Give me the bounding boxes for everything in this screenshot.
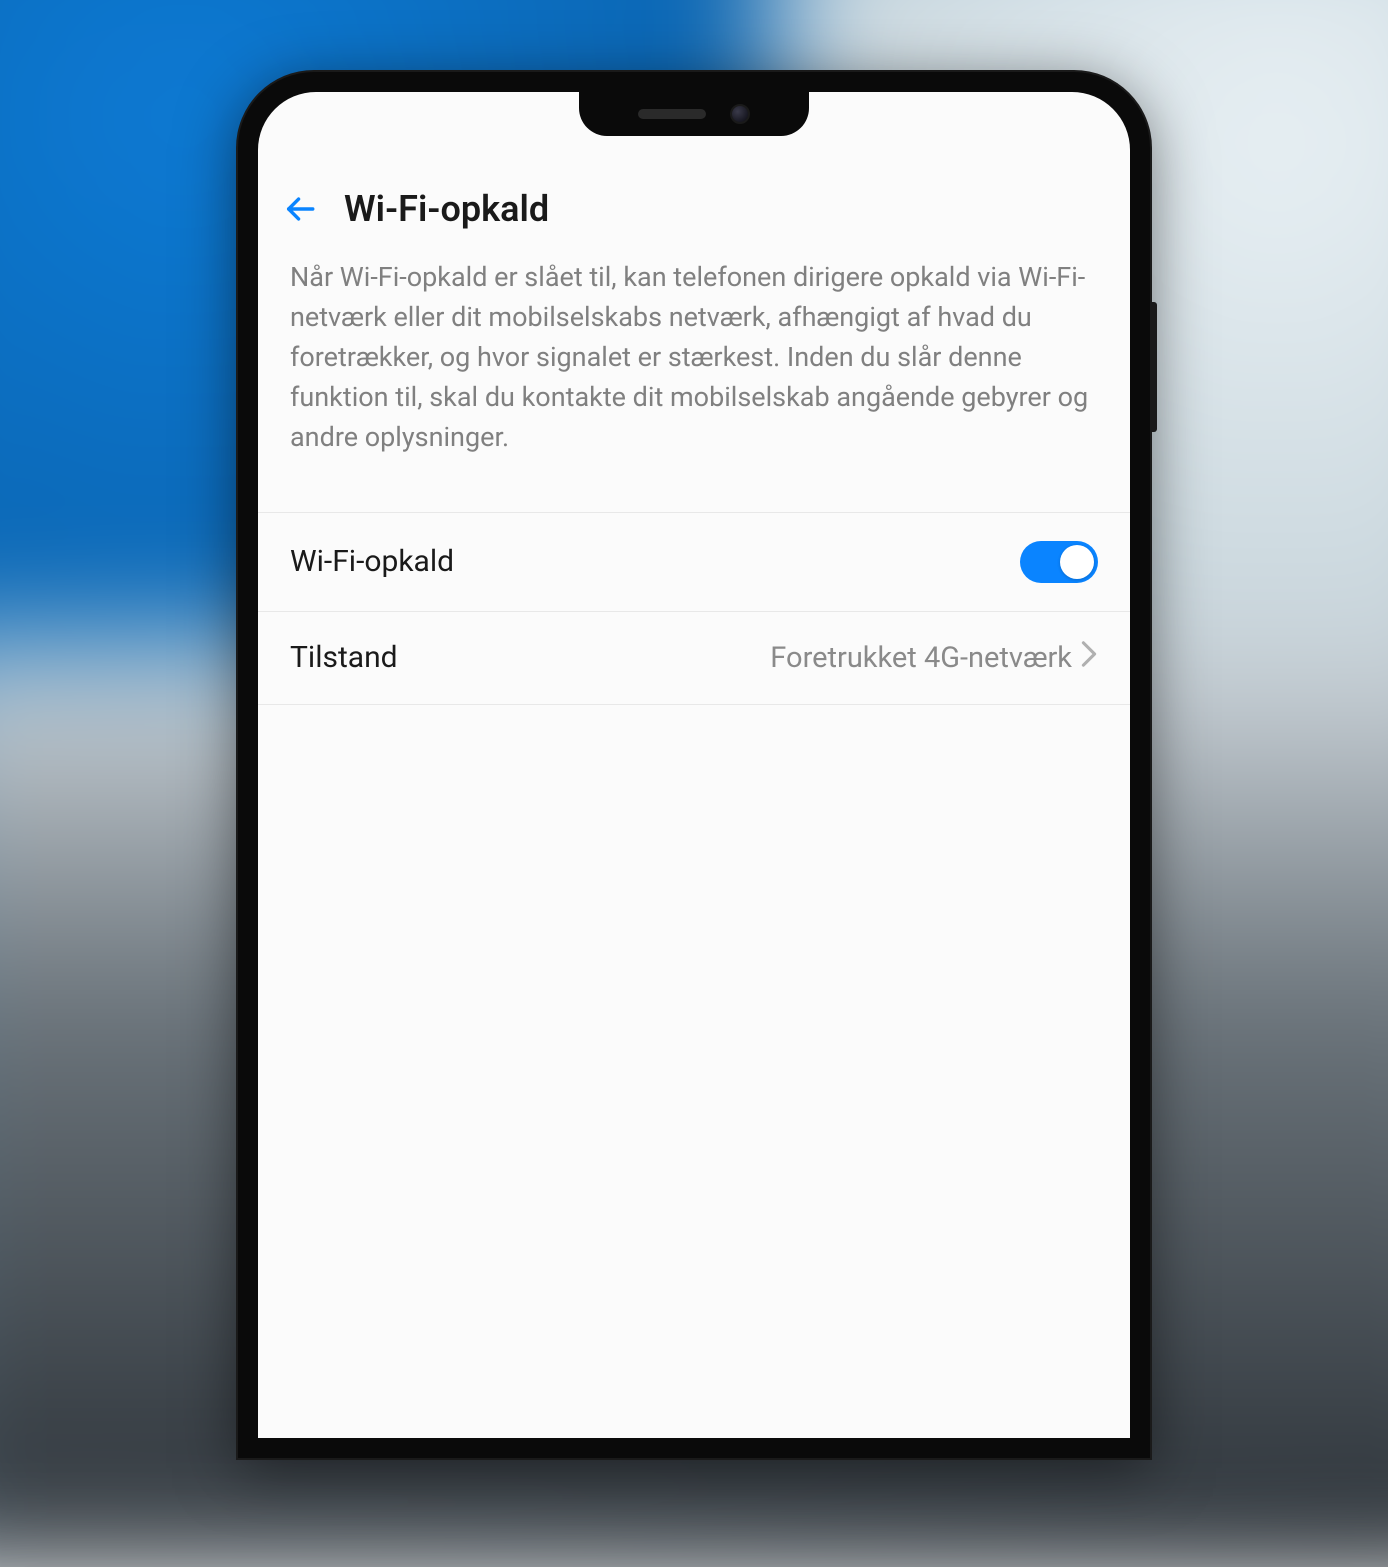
back-button[interactable]: [282, 191, 318, 227]
settings-page: Wi-Fi-opkald Når Wi-Fi-opkald er slået t…: [258, 92, 1130, 705]
phone-notch: [579, 92, 809, 136]
wifi-calling-label: Wi-Fi-opkald: [290, 544, 454, 579]
wifi-calling-description: Når Wi-Fi-opkald er slået til, kan telef…: [258, 258, 1130, 512]
divider: [258, 704, 1130, 705]
wifi-calling-toggle-row[interactable]: Wi-Fi-opkald: [258, 513, 1130, 611]
phone-frame: Wi-Fi-opkald Når Wi-Fi-opkald er slået t…: [238, 72, 1150, 1458]
mode-value: Foretrukket 4G-netværk: [770, 641, 1072, 675]
page-header: Wi-Fi-opkald: [258, 170, 1130, 258]
chevron-right-icon: [1080, 640, 1098, 676]
wifi-calling-toggle[interactable]: [1020, 541, 1098, 583]
mode-value-container: Foretrukket 4G-netværk: [770, 640, 1098, 676]
page-title: Wi-Fi-opkald: [344, 188, 549, 230]
mode-label: Tilstand: [290, 640, 398, 675]
phone-screen: Wi-Fi-opkald Når Wi-Fi-opkald er slået t…: [258, 92, 1130, 1438]
toggle-knob: [1060, 545, 1094, 579]
front-camera: [730, 104, 750, 124]
mode-row[interactable]: Tilstand Foretrukket 4G-netværk: [258, 612, 1130, 704]
arrow-left-icon: [283, 192, 317, 226]
speaker-grille: [638, 109, 706, 119]
